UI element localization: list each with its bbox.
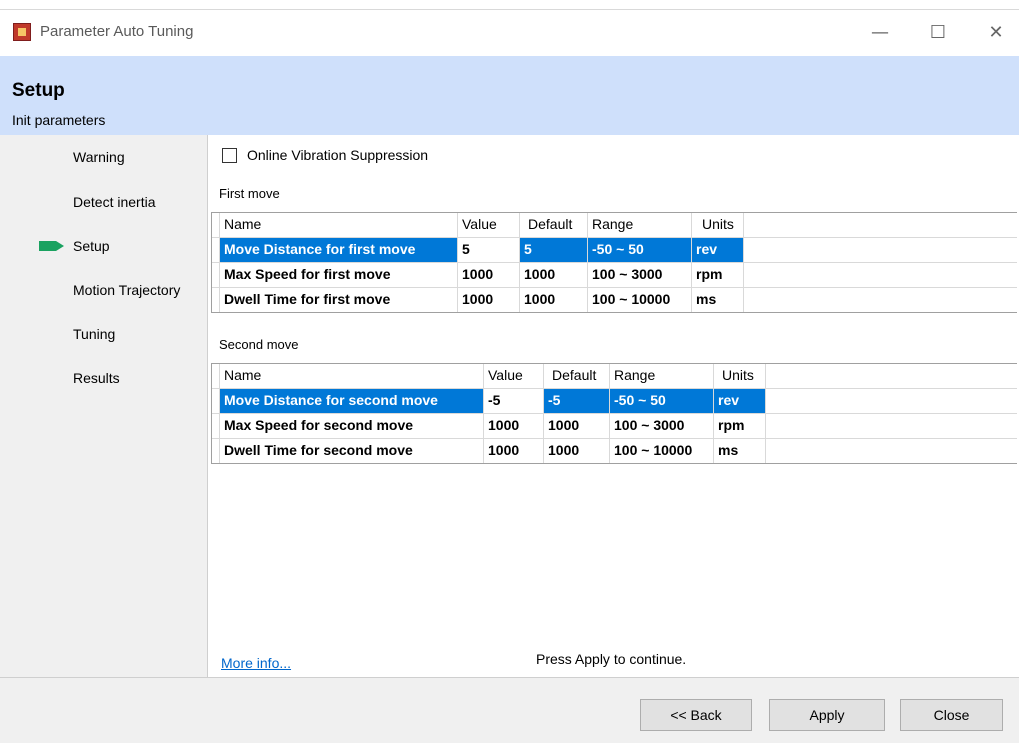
column-header-units[interactable]: Units — [714, 364, 766, 388]
current-step-arrow-icon — [39, 241, 64, 251]
app-icon — [13, 23, 31, 41]
param-units-cell: rpm — [714, 414, 766, 438]
table-row[interactable]: Max Speed for second move 1000 1000 100 … — [212, 414, 1017, 439]
row-header-cell — [212, 414, 220, 438]
param-value-cell[interactable]: 1000 — [458, 288, 520, 312]
param-name-cell[interactable]: Move Distance for second move — [220, 389, 484, 413]
window-title: Parameter Auto Tuning — [40, 23, 194, 40]
more-info-link[interactable]: More info... — [221, 655, 291, 671]
param-name-cell[interactable]: Max Speed for second move — [220, 414, 484, 438]
column-header-value[interactable]: Value — [484, 364, 544, 388]
apply-button[interactable]: Apply — [769, 699, 885, 731]
close-button[interactable]: Close — [900, 699, 1003, 731]
param-units-cell: rev — [714, 389, 766, 413]
column-header-value[interactable]: Value — [458, 213, 520, 237]
param-value-cell[interactable]: 1000 — [484, 414, 544, 438]
param-units-cell: ms — [714, 439, 766, 463]
column-header-range[interactable]: Range — [610, 364, 714, 388]
first-move-grid: Name Value Default Range Units Move Dist… — [211, 212, 1017, 313]
column-header-default[interactable]: Default — [520, 213, 588, 237]
minimize-button[interactable]: — — [857, 16, 903, 50]
parameter-auto-tuning-window: Parameter Auto Tuning — ☐ ✕ Setup Init p… — [0, 0, 1019, 743]
row-header-cell — [212, 288, 220, 312]
row-header-cell — [212, 213, 220, 237]
row-header-cell — [212, 263, 220, 287]
param-units-cell: ms — [692, 288, 744, 312]
button-bar: << Back Apply Close — [0, 677, 1019, 743]
param-range-cell: -50 ~ 50 — [588, 238, 692, 262]
row-header-cell — [212, 389, 220, 413]
param-default-cell: 5 — [520, 238, 588, 262]
column-header-range[interactable]: Range — [588, 213, 692, 237]
param-range-cell: 100 ~ 10000 — [610, 439, 714, 463]
setup-content: Online Vibration Suppression First move … — [207, 135, 1019, 677]
step-navigation: Warning Detect inertia Setup Motion Traj… — [0, 135, 207, 677]
nav-item-warning[interactable]: Warning — [73, 149, 125, 165]
nav-item-setup[interactable]: Setup — [73, 238, 110, 254]
close-icon: ✕ — [988, 22, 1004, 43]
row-header-cell — [212, 238, 220, 262]
param-default-cell: 1000 — [544, 414, 610, 438]
online-vibration-checkbox[interactable] — [222, 148, 237, 163]
minimize-icon: — — [871, 22, 889, 43]
column-header-name[interactable]: Name — [220, 364, 484, 388]
nav-item-tuning[interactable]: Tuning — [73, 326, 115, 342]
param-name-cell[interactable]: Move Distance for first move — [220, 238, 458, 262]
press-apply-message: Press Apply to continue. — [536, 651, 687, 667]
table-row[interactable]: Move Distance for first move 5 5 -50 ~ 5… — [212, 238, 1017, 263]
grid-header-row: Name Value Default Range Units — [212, 213, 1017, 238]
param-range-cell: -50 ~ 50 — [610, 389, 714, 413]
table-row[interactable]: Move Distance for second move -5 -5 -50 … — [212, 389, 1017, 414]
param-name-cell[interactable]: Max Speed for first move — [220, 263, 458, 287]
nav-item-motion-trajectory[interactable]: Motion Trajectory — [73, 282, 180, 298]
nav-item-detect-inertia[interactable]: Detect inertia — [73, 194, 155, 210]
param-range-cell: 100 ~ 3000 — [610, 414, 714, 438]
param-value-cell[interactable]: -5 — [484, 389, 544, 413]
second-move-label: Second move — [219, 337, 299, 352]
first-move-label: First move — [219, 186, 280, 201]
back-button[interactable]: << Back — [640, 699, 752, 731]
param-name-cell[interactable]: Dwell Time for second move — [220, 439, 484, 463]
param-range-cell: 100 ~ 10000 — [588, 288, 692, 312]
table-row[interactable]: Dwell Time for first move 1000 1000 100 … — [212, 288, 1017, 312]
param-default-cell: 1000 — [544, 439, 610, 463]
table-row[interactable]: Max Speed for first move 1000 1000 100 ~… — [212, 263, 1017, 288]
param-value-cell[interactable]: 5 — [458, 238, 520, 262]
param-default-cell: 1000 — [520, 288, 588, 312]
nav-item-results[interactable]: Results — [73, 370, 120, 386]
close-window-button[interactable]: ✕ — [973, 16, 1019, 50]
title-bar: Parameter Auto Tuning — ☐ ✕ — [0, 9, 1019, 57]
column-header-units[interactable]: Units — [692, 213, 744, 237]
grid-header-row: Name Value Default Range Units — [212, 364, 1017, 389]
param-default-cell: -5 — [544, 389, 610, 413]
column-header-default[interactable]: Default — [544, 364, 610, 388]
maximize-icon: ☐ — [929, 22, 947, 43]
second-move-grid: Name Value Default Range Units Move Dist… — [211, 363, 1017, 464]
row-header-cell — [212, 364, 220, 388]
online-vibration-label[interactable]: Online Vibration Suppression — [247, 147, 428, 163]
param-range-cell: 100 ~ 3000 — [588, 263, 692, 287]
param-default-cell: 1000 — [520, 263, 588, 287]
header-band: Setup Init parameters — [0, 56, 1019, 135]
param-name-cell[interactable]: Dwell Time for first move — [220, 288, 458, 312]
param-units-cell: rpm — [692, 263, 744, 287]
page-subtitle: Init parameters — [12, 112, 106, 128]
param-value-cell[interactable]: 1000 — [458, 263, 520, 287]
maximize-button[interactable]: ☐ — [915, 16, 961, 50]
row-header-cell — [212, 439, 220, 463]
param-value-cell[interactable]: 1000 — [484, 439, 544, 463]
table-row[interactable]: Dwell Time for second move 1000 1000 100… — [212, 439, 1017, 463]
param-units-cell: rev — [692, 238, 744, 262]
column-header-name[interactable]: Name — [220, 213, 458, 237]
page-title: Setup — [12, 80, 65, 101]
